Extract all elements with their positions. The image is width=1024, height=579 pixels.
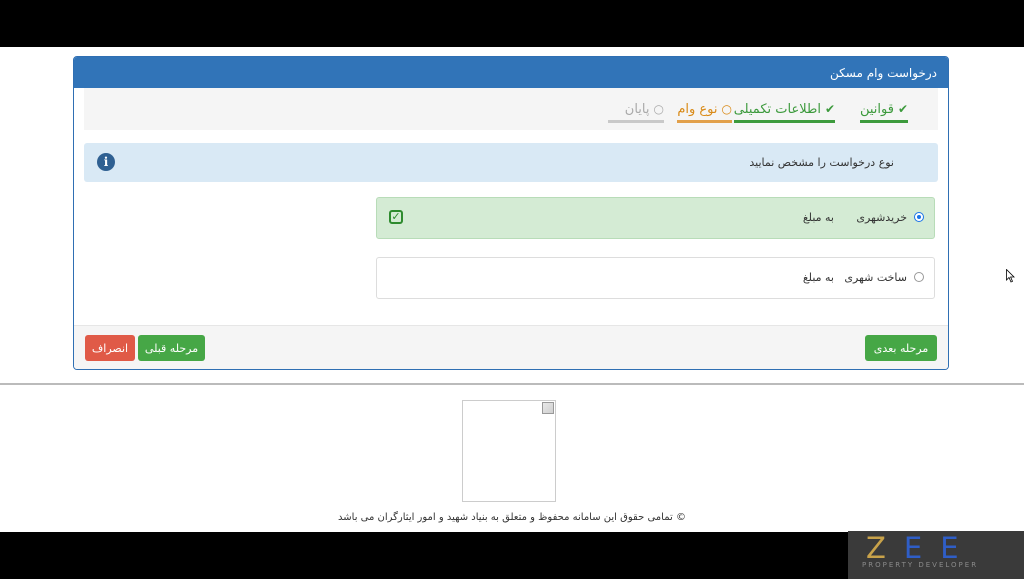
panel-header: درخواست وام مسکن — [74, 57, 948, 88]
info-icon: i — [97, 153, 115, 171]
broken-image-icon — [542, 402, 554, 414]
watermark-logo: ZEE PROPERTY DEVELOPER — [848, 531, 1024, 579]
checked-box-icon: ✓ — [389, 210, 403, 224]
option-label: خریدشهری — [856, 211, 907, 224]
logo-letters: ZEE — [866, 531, 977, 565]
step-rules[interactable]: ✔ قوانین — [859, 98, 908, 123]
panel-footer: مرحله بعدی مرحله قبلی انصراف — [74, 325, 948, 369]
wizard-steps: ✔ قوانین ✔ اطلاعات تکمیلی ○ نوع وام ○ پا… — [84, 88, 938, 130]
step-label: نوع وام — [677, 101, 718, 117]
option-urban-construction[interactable]: ساخت شهری به مبلغ — [376, 257, 935, 299]
next-step-button[interactable]: مرحله بعدی — [865, 335, 937, 361]
option-amount-label: به مبلغ — [802, 211, 834, 224]
image-placeholder — [462, 400, 556, 502]
option-amount-label: به مبلغ — [802, 271, 834, 284]
step-label: اطلاعات تکمیلی — [733, 101, 821, 117]
loan-request-panel: درخواست وام مسکن ✔ قوانین ✔ اطلاعات تکمی… — [73, 56, 949, 370]
mouse-cursor-icon — [1006, 269, 1015, 283]
step-finish[interactable]: ○ پایان — [608, 98, 664, 123]
circle-icon: ○ — [721, 102, 732, 116]
step-label: قوانین — [859, 101, 894, 117]
step-additional-info[interactable]: ✔ اطلاعات تکمیلی — [733, 98, 835, 123]
page: درخواست وام مسکن ✔ قوانین ✔ اطلاعات تکمی… — [0, 47, 1024, 532]
check-circle-icon: ✔ — [824, 102, 835, 116]
option-label: ساخت شهری — [844, 271, 907, 284]
logo-subtitle: PROPERTY DEVELOPER — [862, 561, 979, 569]
info-alert: نوع درخواست را مشخص نمایید i — [84, 143, 938, 182]
radio-urban-construction[interactable] — [914, 272, 924, 282]
circle-icon: ○ — [653, 102, 664, 116]
info-text: نوع درخواست را مشخص نمایید — [749, 156, 894, 169]
check-circle-icon: ✔ — [897, 102, 908, 116]
radio-urban-purchase[interactable] — [914, 212, 924, 222]
cancel-button[interactable]: انصراف — [85, 335, 135, 361]
previous-step-button[interactable]: مرحله قبلی — [138, 335, 205, 361]
option-urban-purchase[interactable]: خریدشهری به مبلغ ✓ — [376, 197, 935, 239]
step-label: پایان — [624, 101, 650, 117]
divider — [0, 383, 1024, 385]
step-loan-type[interactable]: ○ نوع وام — [677, 98, 732, 123]
copyright-text: © تمامی حقوق این سامانه محفوظ و متعلق به… — [338, 512, 686, 523]
panel-title: درخواست وام مسکن — [829, 65, 937, 80]
